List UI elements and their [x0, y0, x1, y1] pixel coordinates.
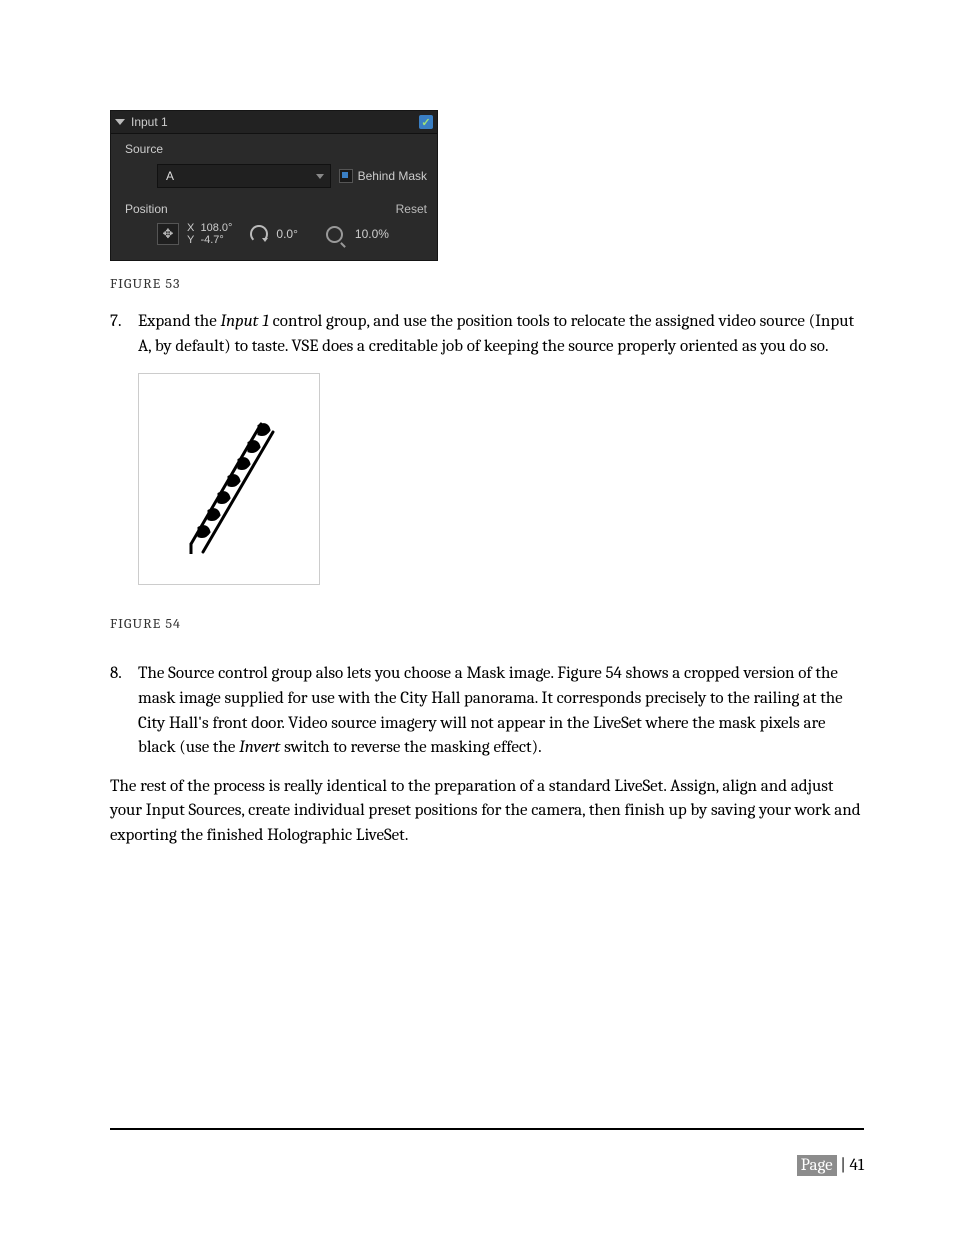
rotate-icon[interactable]: [250, 225, 268, 243]
closing-paragraph: The rest of the process is really identi…: [110, 775, 864, 849]
figure-54-caption: FIGURE 54: [110, 615, 864, 632]
list-number: 7.: [110, 310, 138, 359]
move-icon[interactable]: ✥: [157, 223, 179, 245]
input1-panel: Input 1 ✓ Source A Behind Mask Position …: [110, 110, 438, 261]
footer-rule: [110, 1128, 864, 1130]
source-dropdown[interactable]: A: [157, 164, 331, 188]
enable-checkmark-icon[interactable]: ✓: [419, 115, 433, 129]
position-label: Position: [125, 202, 168, 216]
zoom-value[interactable]: 10.0%: [355, 227, 389, 241]
invert-italic: Invert: [239, 738, 280, 757]
list-number: 8.: [110, 662, 138, 761]
behind-mask-checkbox[interactable]: [339, 169, 353, 183]
mask-thumbnail: [138, 373, 320, 585]
railing-icon: [179, 404, 279, 554]
figure-53-caption: FIGURE 53: [110, 275, 864, 292]
list-item-7: 7. Expand the Input 1 control group, and…: [110, 310, 864, 359]
reset-button[interactable]: Reset: [396, 202, 427, 216]
chevron-down-icon: [316, 174, 324, 179]
source-label: Source: [125, 142, 427, 156]
list-item-8: 8. The Source control group also lets yo…: [110, 662, 864, 761]
behind-mask-label: Behind Mask: [358, 169, 427, 183]
panel-header[interactable]: Input 1 ✓: [111, 111, 437, 134]
expand-triangle-icon[interactable]: [115, 119, 125, 125]
zoom-icon[interactable]: [326, 226, 343, 243]
page-number: Page | 41: [797, 1156, 864, 1175]
source-value: A: [166, 169, 174, 183]
rotation-value[interactable]: 0.0°: [276, 227, 297, 241]
input1-italic: Input 1: [220, 312, 268, 331]
panel-title: Input 1: [131, 115, 168, 129]
xy-readout[interactable]: X 108.0° Y -4.7°: [187, 222, 232, 246]
